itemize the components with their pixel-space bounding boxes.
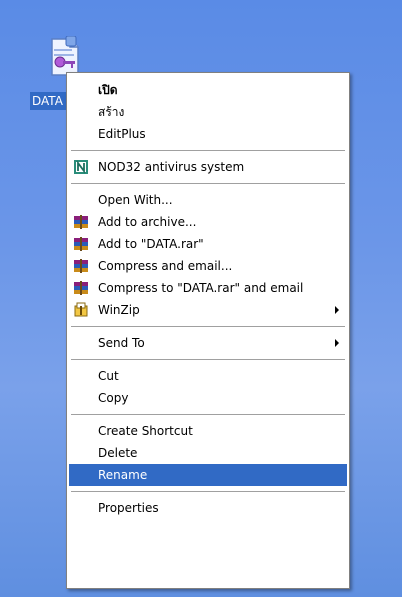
menu-item-send-to[interactable]: Send To bbox=[69, 332, 347, 354]
menu-item-label: เปิด bbox=[98, 83, 118, 97]
menu-item-compress-and-email[interactable]: Compress and email... bbox=[69, 255, 347, 277]
menu-item-label: Rename bbox=[98, 468, 148, 482]
winrar-icon bbox=[74, 259, 88, 273]
menu-item-nod32[interactable]: NOD32 antivirus system bbox=[69, 156, 347, 178]
winrar-icon bbox=[74, 281, 88, 295]
menu-item-add-to-archive[interactable]: Add to archive... bbox=[69, 211, 347, 233]
menu-item-label: Add to archive... bbox=[98, 215, 197, 229]
menu-item-label: สร้าง bbox=[98, 105, 125, 119]
menu-item-open-thai[interactable]: เปิด bbox=[69, 79, 347, 101]
winrar-icon bbox=[74, 215, 88, 229]
menu-item-label: NOD32 antivirus system bbox=[98, 160, 245, 174]
menu-item-new-thai[interactable]: สร้าง bbox=[69, 101, 347, 123]
winrar-icon bbox=[74, 237, 88, 251]
menu-item-open-with[interactable]: Open With... bbox=[69, 189, 347, 211]
menu-separator bbox=[71, 150, 345, 151]
menu-item-label: WinZip bbox=[98, 303, 140, 317]
menu-item-label: Delete bbox=[98, 446, 138, 460]
menu-item-compress-to-data-rar-and-email[interactable]: Compress to "DATA.rar" and email bbox=[69, 277, 347, 299]
menu-item-create-shortcut[interactable]: Create Shortcut bbox=[69, 420, 347, 442]
menu-item-label: Copy bbox=[98, 391, 129, 405]
menu-item-label: EditPlus bbox=[98, 127, 146, 141]
menu-item-copy[interactable]: Copy bbox=[69, 387, 347, 409]
menu-item-label: Compress and email... bbox=[98, 259, 233, 273]
menu-separator bbox=[71, 183, 345, 184]
menu-item-label: Open With... bbox=[98, 193, 173, 207]
menu-item-delete[interactable]: Delete bbox=[69, 442, 347, 464]
menu-item-label: Send To bbox=[98, 336, 145, 350]
menu-item-properties[interactable]: Properties bbox=[69, 497, 347, 519]
menu-item-cut[interactable]: Cut bbox=[69, 365, 347, 387]
nod32-icon bbox=[74, 160, 88, 174]
menu-item-editplus[interactable]: EditPlus bbox=[69, 123, 347, 145]
context-menu: เปิด สร้าง EditPlus NOD32 antivirus syst… bbox=[66, 72, 350, 589]
menu-separator bbox=[71, 414, 345, 415]
submenu-arrow-icon bbox=[335, 339, 339, 347]
menu-separator bbox=[71, 359, 345, 360]
menu-item-label: Properties bbox=[98, 501, 159, 515]
menu-item-label: Compress to "DATA.rar" and email bbox=[98, 281, 304, 295]
menu-item-label: Add to "DATA.rar" bbox=[98, 237, 204, 251]
menu-item-add-to-data-rar[interactable]: Add to "DATA.rar" bbox=[69, 233, 347, 255]
submenu-arrow-icon bbox=[335, 306, 339, 314]
menu-item-winzip[interactable]: WinZip bbox=[69, 299, 347, 321]
menu-item-label: Create Shortcut bbox=[98, 424, 193, 438]
menu-item-rename[interactable]: Rename bbox=[69, 464, 347, 486]
menu-separator bbox=[71, 491, 345, 492]
winzip-icon bbox=[74, 302, 88, 317]
menu-item-label: Cut bbox=[98, 369, 119, 383]
menu-separator bbox=[71, 326, 345, 327]
